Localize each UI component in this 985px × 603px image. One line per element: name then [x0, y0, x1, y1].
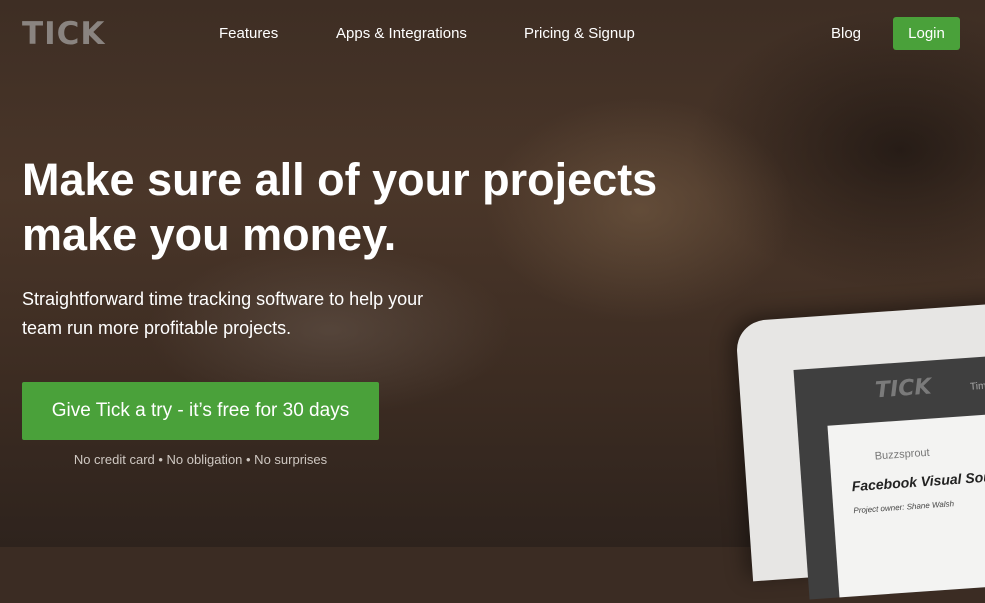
mockup-logo: TICK [874, 374, 933, 404]
hero-headline: Make sure all of your projects make you … [22, 154, 658, 260]
free-trial-button[interactable]: Give Tick a try - it’s free for 30 days [22, 382, 379, 440]
mockup-project-title: Facebook Visual Soundbite [851, 465, 985, 495]
device-screen: TICK Timecard Buzzsprout Facebook Visual… [793, 349, 985, 600]
tick-logo[interactable]: TICK [22, 16, 105, 52]
login-button[interactable]: Login [893, 17, 960, 50]
nav-apps-integrations[interactable]: Apps & Integrations [336, 25, 467, 42]
mockup-client: Buzzsprout [874, 446, 931, 463]
mockup-tab: Timecard [969, 378, 985, 393]
nav-pricing-signup[interactable]: Pricing & Signup [524, 25, 635, 42]
mockup-project-owner: Project owner: Shane Walsh [853, 499, 955, 516]
cta-note: No credit card • No obligation • No surp… [73, 452, 328, 467]
nav-features[interactable]: Features [219, 25, 278, 42]
nav-blog[interactable]: Blog [831, 25, 861, 42]
mockup-project-card: Buzzsprout Facebook Visual Soundbite Pro… [827, 406, 985, 600]
device-mockup: TICK Timecard Buzzsprout Facebook Visual… [735, 298, 985, 600]
hero-subhead: Straightforward time tracking software t… [22, 289, 424, 338]
